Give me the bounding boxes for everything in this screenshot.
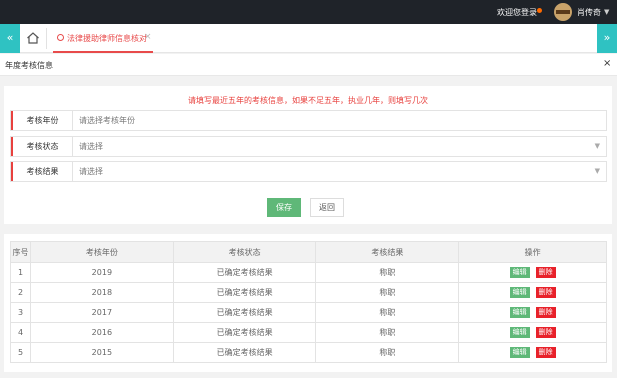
row-status: 已确定考核结果	[172, 322, 317, 343]
assessment-result-select[interactable]: 请选择	[79, 162, 103, 181]
field-label: 考核状态	[11, 137, 73, 156]
row-status: 已确定考核结果	[172, 342, 317, 363]
row-year: 2018	[29, 282, 174, 303]
tab-bar: « 法律援助律师信息核对 × »	[0, 24, 617, 53]
row-year: 2017	[29, 302, 174, 323]
assessment-form: 请填写最近五年的考核信息，如果不足五年，执业几年，则填写几次 考核年份 请选择考…	[4, 86, 612, 224]
row-index: 3	[10, 302, 31, 323]
row-year: 2016	[29, 322, 174, 343]
row-index: 5	[10, 342, 31, 363]
form-tip: 请填写最近五年的考核信息，如果不足五年，执业几年，则填写几次	[188, 96, 428, 105]
section-header: 年度考核信息 ×	[0, 54, 617, 76]
delete-button[interactable]: 删除	[535, 287, 556, 298]
close-icon[interactable]: ×	[144, 32, 152, 42]
column-header: 考核结果	[315, 241, 460, 263]
delete-button[interactable]: 删除	[535, 327, 556, 338]
assessment-year-field[interactable]: 考核年份 请选择考核年份	[10, 110, 607, 131]
row-status: 已确定考核结果	[172, 302, 317, 323]
row-result: 称职	[315, 322, 460, 343]
edit-button[interactable]: 编辑	[509, 287, 530, 298]
scroll-right-button[interactable]: »	[597, 24, 617, 53]
assessment-table: 序号 考核年份 考核状态 考核结果 操作 1 2019 已确定考核结果 称职 编…	[10, 241, 607, 363]
save-button[interactable]: 保存	[267, 198, 301, 217]
delete-button[interactable]: 删除	[535, 267, 556, 278]
edit-button[interactable]: 编辑	[509, 347, 530, 358]
row-result: 称职	[315, 302, 460, 323]
row-result: 称职	[315, 342, 460, 363]
username[interactable]: 肖传奇	[577, 7, 601, 18]
row-actions: 编辑 删除	[458, 342, 607, 363]
table-row: 4 2016 已确定考核结果 称职 编辑 删除	[10, 322, 607, 343]
assessment-status-select[interactable]: 请选择	[79, 137, 103, 156]
tab-divider	[46, 28, 47, 49]
field-label: 考核结果	[11, 162, 73, 181]
tab-label: 法律援助律师信息核对	[67, 34, 147, 43]
row-year: 2015	[29, 342, 174, 363]
assessment-table-panel: 序号 考核年份 考核状态 考核结果 操作 1 2019 已确定考核结果 称职 编…	[4, 234, 612, 372]
row-index: 4	[10, 322, 31, 343]
scroll-left-button[interactable]: «	[0, 24, 20, 53]
row-actions: 编辑 删除	[458, 262, 607, 283]
chevron-down-icon[interactable]: ▼	[595, 162, 600, 181]
column-header: 操作	[458, 241, 607, 263]
row-index: 1	[10, 262, 31, 283]
row-year: 2019	[29, 262, 174, 283]
tab-legal-aid-check[interactable]: 法律援助律师信息核对 ×	[53, 24, 153, 53]
delete-button[interactable]: 删除	[535, 347, 556, 358]
row-index: 2	[10, 282, 31, 303]
row-result: 称职	[315, 262, 460, 283]
welcome-text: 欢迎您登录	[497, 8, 537, 17]
table-row: 5 2015 已确定考核结果 称职 编辑 删除	[10, 342, 607, 363]
assessment-result-field[interactable]: 考核结果 请选择 ▼	[10, 161, 607, 182]
section-title: 年度考核信息	[5, 61, 53, 70]
field-label: 考核年份	[11, 111, 73, 130]
edit-button[interactable]: 编辑	[509, 307, 530, 318]
close-icon[interactable]: ×	[603, 58, 611, 69]
chevron-down-icon[interactable]: ▼	[595, 137, 600, 156]
table-row: 3 2017 已确定考核结果 称职 编辑 删除	[10, 302, 607, 323]
row-actions: 编辑 删除	[458, 322, 607, 343]
back-button[interactable]: 返回	[310, 198, 344, 217]
row-actions: 编辑 删除	[458, 282, 607, 303]
column-header: 考核年份	[29, 241, 174, 263]
delete-button[interactable]: 删除	[535, 307, 556, 318]
top-bar: 欢迎您登录 肖传奇 ▼	[0, 0, 617, 24]
assessment-year-input[interactable]: 请选择考核年份	[79, 111, 135, 130]
table-header-row: 序号 考核年份 考核状态 考核结果 操作	[10, 241, 607, 263]
edit-button[interactable]: 编辑	[509, 267, 530, 278]
row-actions: 编辑 删除	[458, 302, 607, 323]
assessment-status-field[interactable]: 考核状态 请选择 ▼	[10, 136, 607, 157]
circle-icon	[57, 34, 64, 41]
column-header: 序号	[10, 241, 31, 263]
row-status: 已确定考核结果	[172, 282, 317, 303]
avatar[interactable]	[554, 3, 572, 21]
table-row: 1 2019 已确定考核结果 称职 编辑 删除	[10, 262, 607, 283]
column-header: 考核状态	[172, 241, 317, 263]
chevron-down-icon[interactable]: ▼	[604, 8, 609, 16]
table-row: 2 2018 已确定考核结果 称职 编辑 删除	[10, 282, 607, 303]
row-result: 称职	[315, 282, 460, 303]
notification-dot	[537, 8, 542, 13]
edit-button[interactable]: 编辑	[509, 327, 530, 338]
row-status: 已确定考核结果	[172, 262, 317, 283]
home-icon[interactable]	[26, 31, 40, 45]
